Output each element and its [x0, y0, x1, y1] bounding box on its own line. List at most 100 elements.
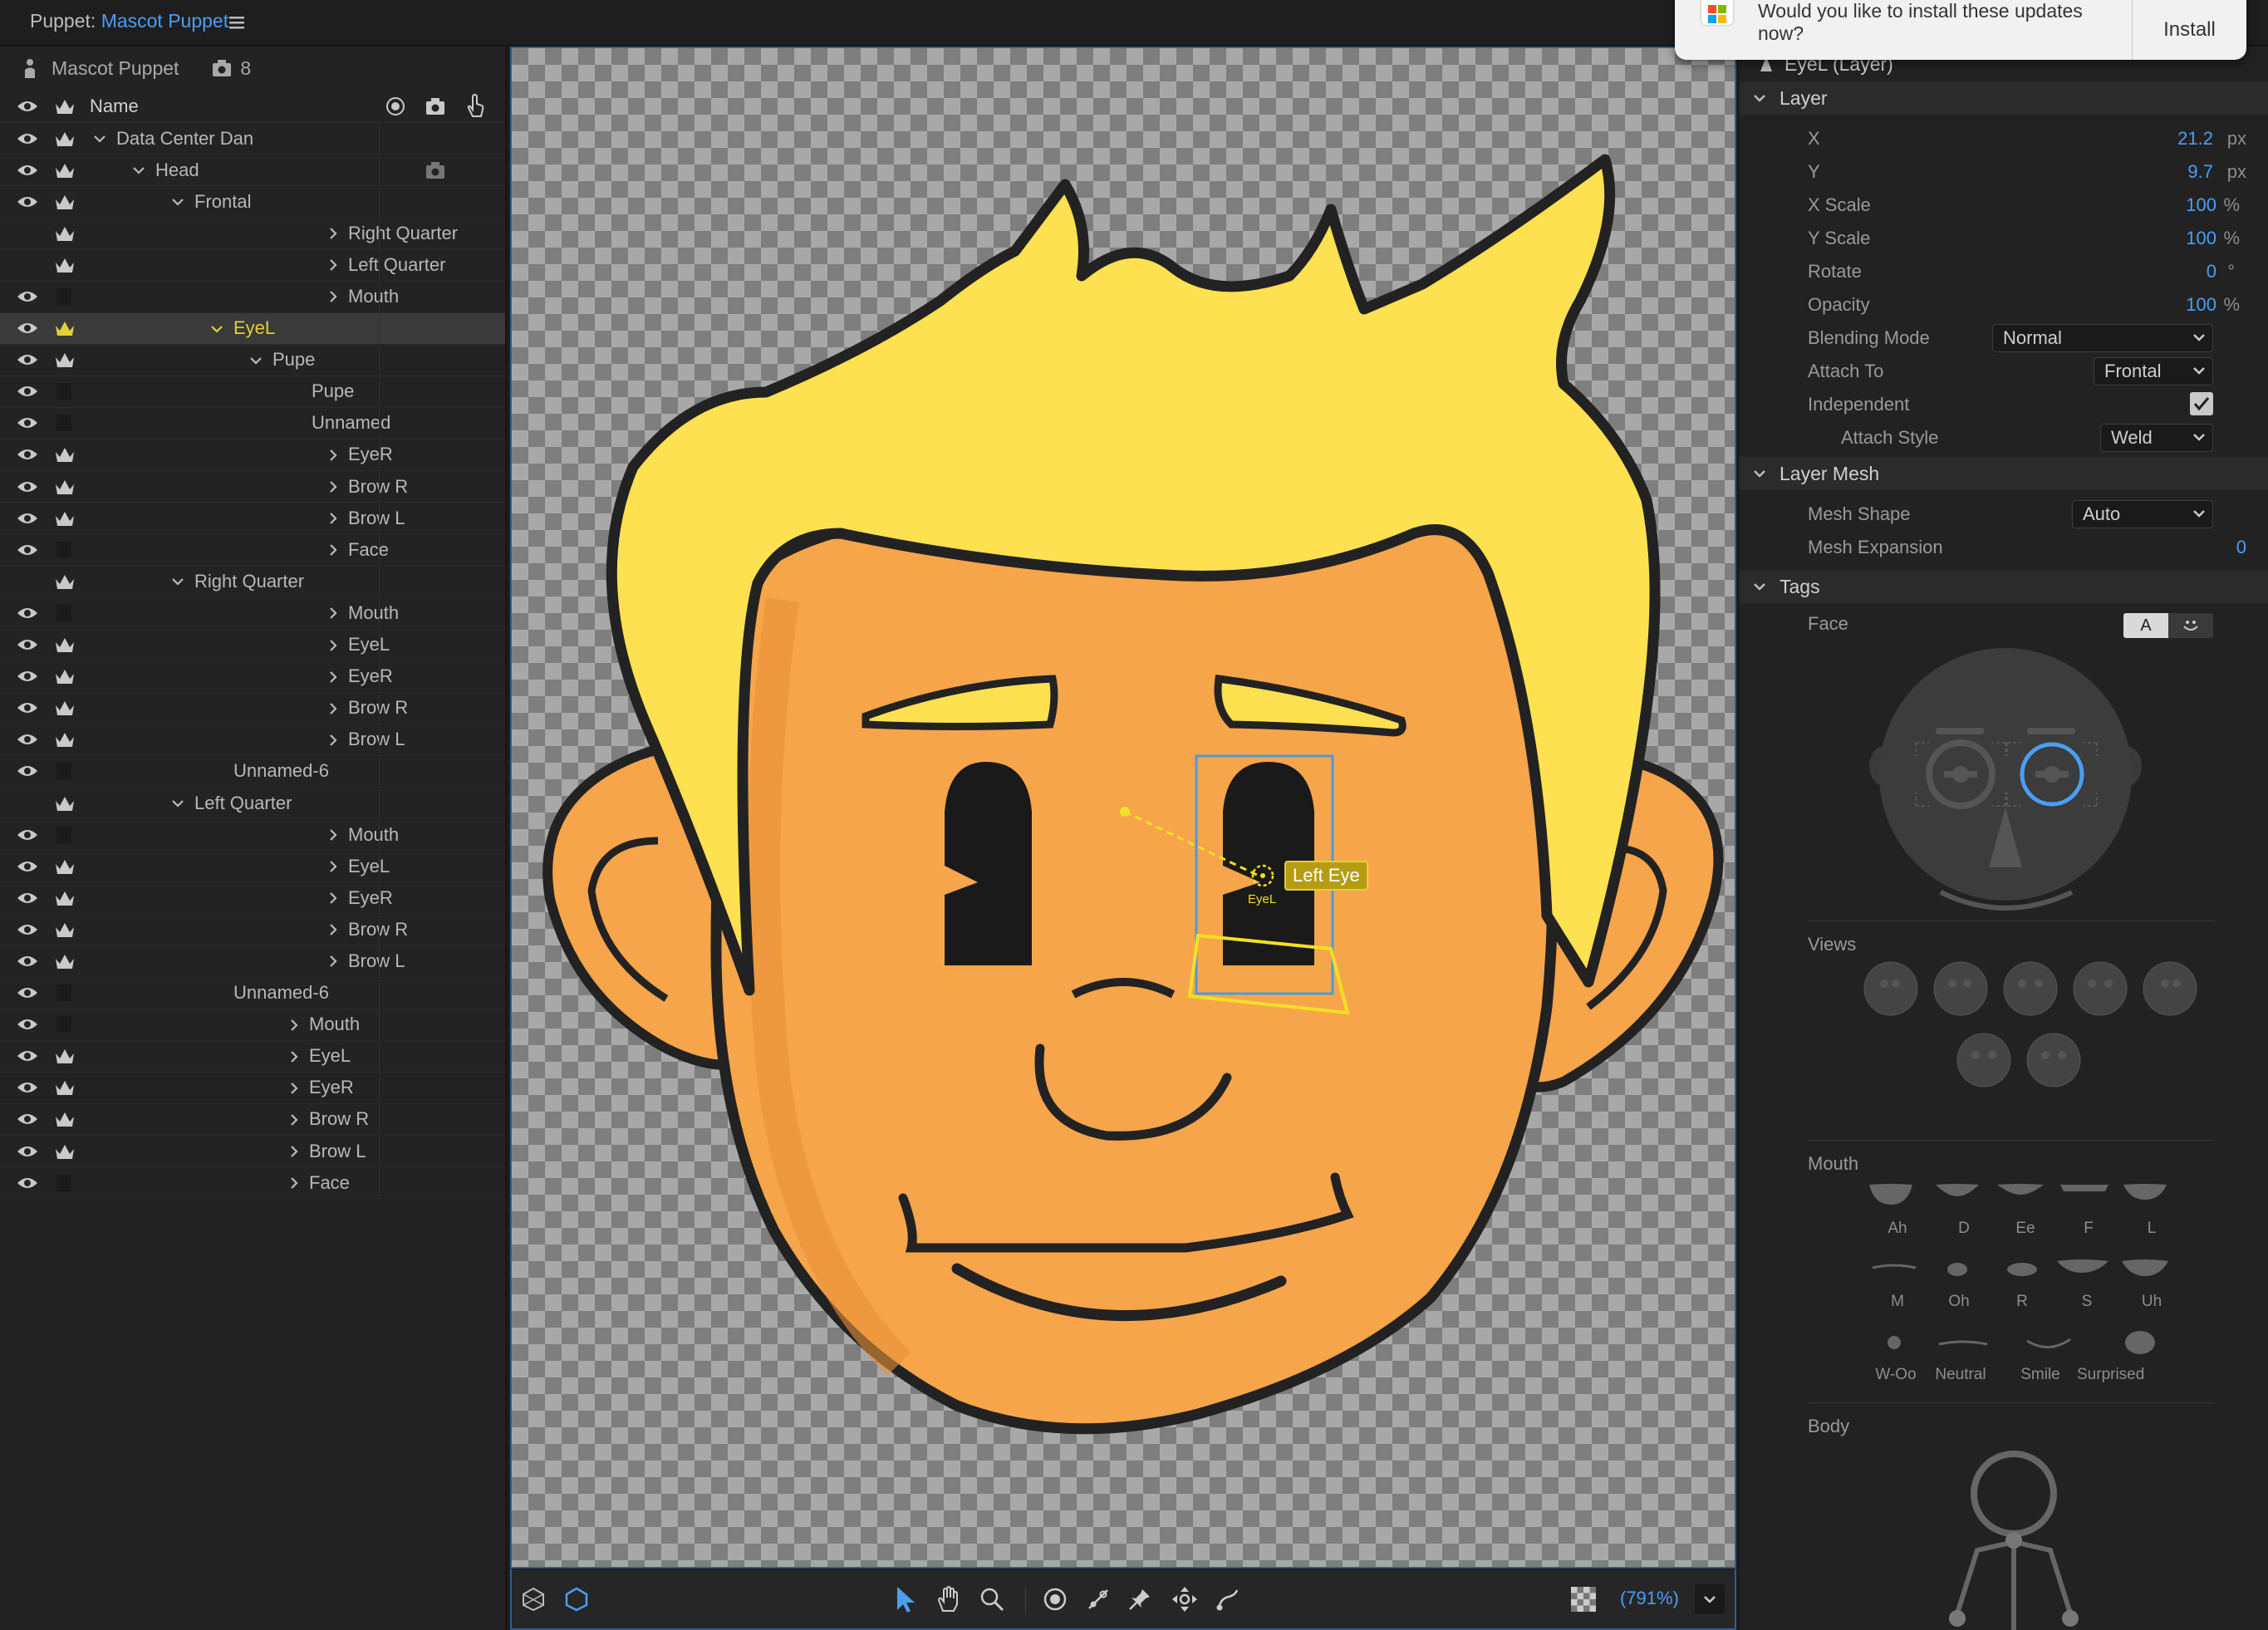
crown-icon[interactable] [52, 854, 78, 879]
mesh-expansion-value[interactable]: 0 [2236, 537, 2246, 558]
crown-icon[interactable] [52, 1075, 78, 1100]
mouth-shape-label[interactable]: S [2054, 1293, 2120, 1311]
chevron-right-icon[interactable] [326, 923, 340, 936]
crown-toggle-empty[interactable] [56, 383, 71, 400]
eye-icon[interactable] [15, 1075, 40, 1100]
mouth-shape-label[interactable]: Ee [1992, 1220, 2059, 1238]
mouth-shape-label[interactable]: W-Oo [1863, 1366, 1929, 1384]
crown-icon[interactable] [52, 1107, 78, 1132]
crown-icon[interactable] [52, 632, 78, 657]
eye-icon[interactable] [15, 284, 40, 309]
puppet-name-link[interactable]: Mascot Puppet [101, 10, 228, 32]
crown-toggle-empty[interactable] [56, 1174, 71, 1191]
zoom-dropdown-button[interactable] [1695, 1584, 1725, 1614]
eye-icon[interactable] [15, 632, 40, 657]
eye-icon[interactable] [15, 410, 40, 435]
eye-icon[interactable] [15, 538, 40, 562]
chevron-down-icon[interactable] [171, 797, 184, 810]
layer-row[interactable]: Mouth [0, 819, 505, 852]
chevron-down-icon[interactable] [171, 575, 184, 588]
layer-row[interactable]: Head [0, 155, 505, 187]
eye-icon[interactable] [15, 949, 40, 974]
layer-row[interactable]: Left Quarter [0, 787, 505, 820]
select-arrow-icon[interactable] [891, 1584, 920, 1614]
mouth-shape-label[interactable]: Surprised [2077, 1366, 2144, 1384]
chevron-right-icon[interactable] [287, 1019, 301, 1032]
eye-icon[interactable] [15, 822, 40, 847]
chevron-right-icon[interactable] [287, 1050, 301, 1063]
crown-icon[interactable] [52, 569, 78, 594]
layer-row[interactable]: EyeL [0, 851, 505, 883]
layer-row[interactable]: EyeL [0, 629, 505, 661]
crown-icon[interactable] [52, 886, 78, 911]
transparency-grid-icon[interactable] [1568, 1584, 1598, 1614]
chevron-right-icon[interactable] [326, 512, 340, 525]
chevron-right-icon[interactable] [326, 290, 340, 303]
chevron-right-icon[interactable] [326, 480, 340, 493]
mouth-shape-label[interactable]: R [1989, 1293, 2055, 1311]
camera-icon[interactable] [425, 161, 445, 179]
x-scale-value[interactable]: 100 [2186, 194, 2216, 216]
eye-icon[interactable] [15, 695, 40, 720]
eye-icon[interactable] [15, 1171, 40, 1195]
layer-row[interactable]: Data Center Dan [0, 123, 505, 155]
layer-row[interactable]: EyeR [0, 1072, 505, 1104]
crown-icon[interactable] [52, 727, 78, 752]
x-value[interactable]: 21.2 [2177, 128, 2213, 150]
layer-row[interactable]: Brow R [0, 914, 505, 946]
zoom-tool-icon[interactable] [977, 1584, 1007, 1614]
crown-icon[interactable] [52, 442, 78, 467]
camera-icon[interactable] [425, 96, 445, 116]
eye-icon[interactable] [15, 1012, 40, 1037]
layer-row[interactable]: EyeR [0, 882, 505, 915]
eye-icon[interactable] [15, 379, 40, 404]
crown-icon[interactable] [52, 1139, 78, 1164]
crown-icon[interactable] [52, 506, 78, 531]
chevron-down-icon[interactable] [249, 354, 263, 367]
layer-row[interactable]: Mouth [0, 1009, 505, 1041]
eye-icon[interactable] [15, 94, 40, 119]
blending-mode-dropdown[interactable]: Normal [1992, 324, 2213, 352]
crown-icon[interactable] [52, 917, 78, 942]
layer-row[interactable]: Brow L [0, 503, 505, 535]
layer-row[interactable]: Face [0, 534, 505, 567]
views-tag-picker[interactable] [1861, 959, 2198, 1122]
pin-tool-icon[interactable] [1125, 1584, 1155, 1614]
chevron-down-icon[interactable] [93, 132, 106, 145]
eye-icon[interactable] [15, 126, 40, 151]
layer-row[interactable]: Mouth [0, 281, 505, 313]
crown-icon[interactable] [52, 1043, 78, 1068]
origin-handle-icon[interactable] [1040, 1584, 1070, 1614]
attach-to-dropdown[interactable]: Frontal [2094, 357, 2213, 385]
hamburger-menu-icon[interactable] [229, 15, 246, 30]
eye-icon[interactable] [15, 664, 40, 689]
layer-row[interactable]: Brow R [0, 1103, 505, 1136]
text-tags-toggle[interactable]: A [2123, 613, 2168, 638]
hand-tool-icon[interactable] [934, 1584, 964, 1614]
crown-icon[interactable] [52, 94, 78, 119]
y-scale-value[interactable]: 100 [2186, 228, 2216, 249]
layer-row[interactable]: EyeL [0, 1040, 505, 1073]
eye-icon[interactable] [15, 601, 40, 626]
chevron-right-icon[interactable] [326, 955, 340, 968]
layer-row[interactable]: Left Quarter [0, 249, 505, 282]
eye-icon[interactable] [15, 474, 40, 499]
handle-tag-label[interactable]: Left Eye [1284, 861, 1368, 891]
crown-icon[interactable] [52, 664, 78, 689]
eye-icon[interactable] [15, 886, 40, 911]
layer-row[interactable]: Right Quarter [0, 566, 505, 598]
crown-toggle-empty[interactable] [56, 604, 71, 621]
crown-icon[interactable] [52, 949, 78, 974]
mouth-shape-label[interactable]: Smile [2007, 1366, 2074, 1384]
crown-toggle-empty[interactable] [56, 288, 71, 306]
chevron-right-icon[interactable] [287, 1082, 301, 1095]
crown-icon[interactable] [52, 474, 78, 499]
crown-icon[interactable] [52, 791, 78, 816]
eye-icon[interactable] [15, 316, 40, 341]
eye-icon[interactable] [15, 759, 40, 783]
mouth-shape-label[interactable]: Neutral [1927, 1366, 1994, 1384]
crown-icon[interactable] [52, 158, 78, 183]
eye-icon[interactable] [15, 347, 40, 372]
layer-row[interactable]: Mouth [0, 597, 505, 630]
mouth-shape-label[interactable]: F [2055, 1220, 2122, 1238]
